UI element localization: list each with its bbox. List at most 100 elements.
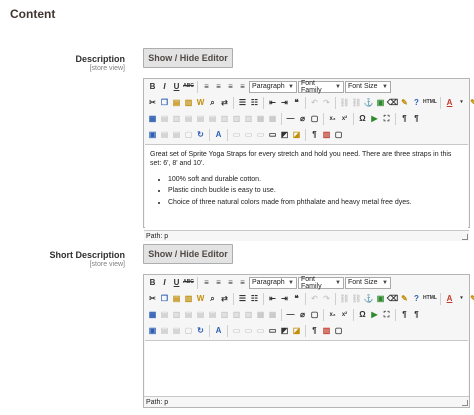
undo-icon[interactable]: ↶ — [309, 97, 320, 108]
insert-col-before-icon[interactable]: ▥ — [219, 113, 230, 124]
insert-col-after-icon[interactable]: ▥ — [231, 113, 242, 124]
insert-row-after-icon[interactable]: ▤ — [195, 113, 206, 124]
bold-icon[interactable]: B — [147, 81, 158, 92]
align-left-icon[interactable]: ≡ — [201, 277, 212, 288]
merge-cells-icon[interactable]: ▦ — [267, 113, 278, 124]
move-backward-icon[interactable]: ▤ — [171, 129, 182, 140]
delete-col-icon[interactable]: ▥ — [243, 113, 254, 124]
absolute-icon[interactable]: ▢ — [183, 129, 194, 140]
text-color-icon[interactable]: A — [444, 97, 455, 108]
numbered-list-icon[interactable]: ☷ — [249, 293, 260, 304]
italic-icon[interactable]: I — [159, 277, 170, 288]
insert-row-before-icon[interactable]: ▤ — [183, 113, 194, 124]
align-left-icon[interactable]: ≡ — [201, 81, 212, 92]
media-icon[interactable]: ▶ — [369, 113, 380, 124]
undo-icon[interactable]: ↶ — [309, 293, 320, 304]
paste-word-icon[interactable]: W — [195, 293, 206, 304]
paste-text-icon[interactable]: ▥ — [183, 97, 194, 108]
special-char-icon[interactable]: Ω — [357, 309, 368, 320]
font-size-select[interactable]: Font Size ▼ — [345, 80, 391, 93]
media-icon[interactable]: ▶ — [369, 309, 380, 320]
help-icon[interactable]: ? — [411, 97, 422, 108]
insert-table-icon[interactable]: ▦ — [147, 113, 158, 124]
del-icon[interactable]: ▭ — [255, 325, 266, 336]
abbr-icon[interactable]: ▭ — [231, 129, 242, 140]
split-cells-icon[interactable]: ▦ — [255, 113, 266, 124]
horizontal-rule-icon[interactable]: — — [285, 309, 296, 320]
paste-icon[interactable]: ▤ — [171, 293, 182, 304]
template-icon[interactable]: ◪ — [291, 325, 302, 336]
paste-text-icon[interactable]: ▥ — [183, 293, 194, 304]
align-center-icon[interactable]: ≡ — [213, 277, 224, 288]
indent-icon[interactable]: ⇥ — [279, 97, 290, 108]
html-source-icon[interactable]: HTML — [423, 293, 437, 304]
find-icon[interactable]: ⌕ — [207, 97, 218, 108]
template-icon[interactable]: ◪ — [291, 129, 302, 140]
underline-icon[interactable]: U — [171, 81, 182, 92]
indent-icon[interactable]: ⇥ — [279, 293, 290, 304]
copy-icon[interactable]: ❐ — [159, 97, 170, 108]
ins-icon[interactable]: ▭ — [267, 129, 278, 140]
paste-word-icon[interactable]: W — [195, 97, 206, 108]
style-props-icon[interactable]: ↻ — [195, 325, 206, 336]
align-justify-icon[interactable]: ≡ — [237, 81, 248, 92]
text-color-dropdown-icon[interactable]: ▾ — [456, 97, 467, 108]
numbered-list-icon[interactable]: ☷ — [249, 97, 260, 108]
image-icon[interactable]: ▣ — [375, 97, 386, 108]
ins-icon[interactable]: ▭ — [267, 325, 278, 336]
outdent-icon[interactable]: ⇤ — [267, 293, 278, 304]
description-content-area[interactable]: Great set of Sprite Yoga Straps for ever… — [145, 144, 468, 230]
strikethrough-icon[interactable]: ABC — [183, 81, 194, 92]
merge-cells-icon[interactable]: ▦ — [267, 309, 278, 320]
find-icon[interactable]: ⌕ — [207, 293, 218, 304]
cleanup-icon[interactable]: ⌫ — [387, 293, 398, 304]
description-toggle-editor-button[interactable]: Show / Hide Editor — [143, 48, 233, 68]
visual-aid-icon[interactable]: ▢ — [309, 113, 320, 124]
del-icon[interactable]: ▭ — [255, 129, 266, 140]
background-color-icon[interactable]: ✎ — [468, 97, 474, 108]
cut-icon[interactable]: ✂ — [147, 293, 158, 304]
table-row-props-icon[interactable]: ▤ — [159, 113, 170, 124]
align-right-icon[interactable]: ≡ — [225, 277, 236, 288]
delete-row-icon[interactable]: ▤ — [207, 113, 218, 124]
fullscreen-icon[interactable]: ⛶ — [381, 113, 392, 124]
delete-row-icon[interactable]: ▤ — [207, 309, 218, 320]
image-icon[interactable]: ▣ — [375, 293, 386, 304]
font-size-select[interactable]: Font Size ▼ — [345, 276, 391, 289]
edit-css-icon[interactable]: ✎ — [399, 97, 410, 108]
nonbreaking-icon[interactable]: ¶ — [309, 129, 320, 140]
format-select[interactable]: Paragraph ▼ — [249, 80, 297, 93]
cite-icon[interactable]: A — [213, 325, 224, 336]
insert-table-icon[interactable]: ▦ — [147, 309, 158, 320]
insert-row-after-icon[interactable]: ▤ — [195, 309, 206, 320]
insert-layer-icon[interactable]: ▣ — [147, 325, 158, 336]
text-color-icon[interactable]: A — [444, 293, 455, 304]
strikethrough-icon[interactable]: ABC — [183, 277, 194, 288]
cleanup-icon[interactable]: ⌫ — [387, 97, 398, 108]
align-center-icon[interactable]: ≡ — [213, 81, 224, 92]
font-family-select[interactable]: Font Family ▼ — [298, 276, 344, 290]
replace-icon[interactable]: ⇄ — [219, 97, 230, 108]
cite-icon[interactable]: A — [213, 129, 224, 140]
font-family-select[interactable]: Font Family ▼ — [298, 80, 344, 94]
background-color-icon[interactable]: ✎ — [468, 293, 474, 304]
page-break-icon[interactable]: ▥ — [321, 325, 332, 336]
remove-format-icon[interactable]: ⌀ — [297, 309, 308, 320]
format-select[interactable]: Paragraph ▼ — [249, 276, 297, 289]
resize-handle-icon[interactable] — [462, 234, 468, 240]
anchor-icon[interactable]: ⚓ — [363, 97, 374, 108]
outdent-icon[interactable]: ⇤ — [267, 97, 278, 108]
acronym-icon[interactable]: ▭ — [243, 129, 254, 140]
fullscreen-icon[interactable]: ⛶ — [381, 309, 392, 320]
italic-icon[interactable]: I — [159, 81, 170, 92]
table-cell-props-icon[interactable]: ▥ — [171, 309, 182, 320]
blockquote-icon[interactable]: ❝ — [291, 97, 302, 108]
remove-format-icon[interactable]: ⌀ — [297, 113, 308, 124]
delete-col-icon[interactable]: ▥ — [243, 309, 254, 320]
help-icon[interactable]: ? — [411, 293, 422, 304]
short-description-toggle-editor-button[interactable]: Show / Hide Editor — [143, 244, 233, 264]
resize-handle-icon[interactable] — [462, 400, 468, 406]
abbr-icon[interactable]: ▭ — [231, 325, 242, 336]
redo-icon[interactable]: ↷ — [321, 293, 332, 304]
bullet-list-icon[interactable]: ☰ — [237, 293, 248, 304]
